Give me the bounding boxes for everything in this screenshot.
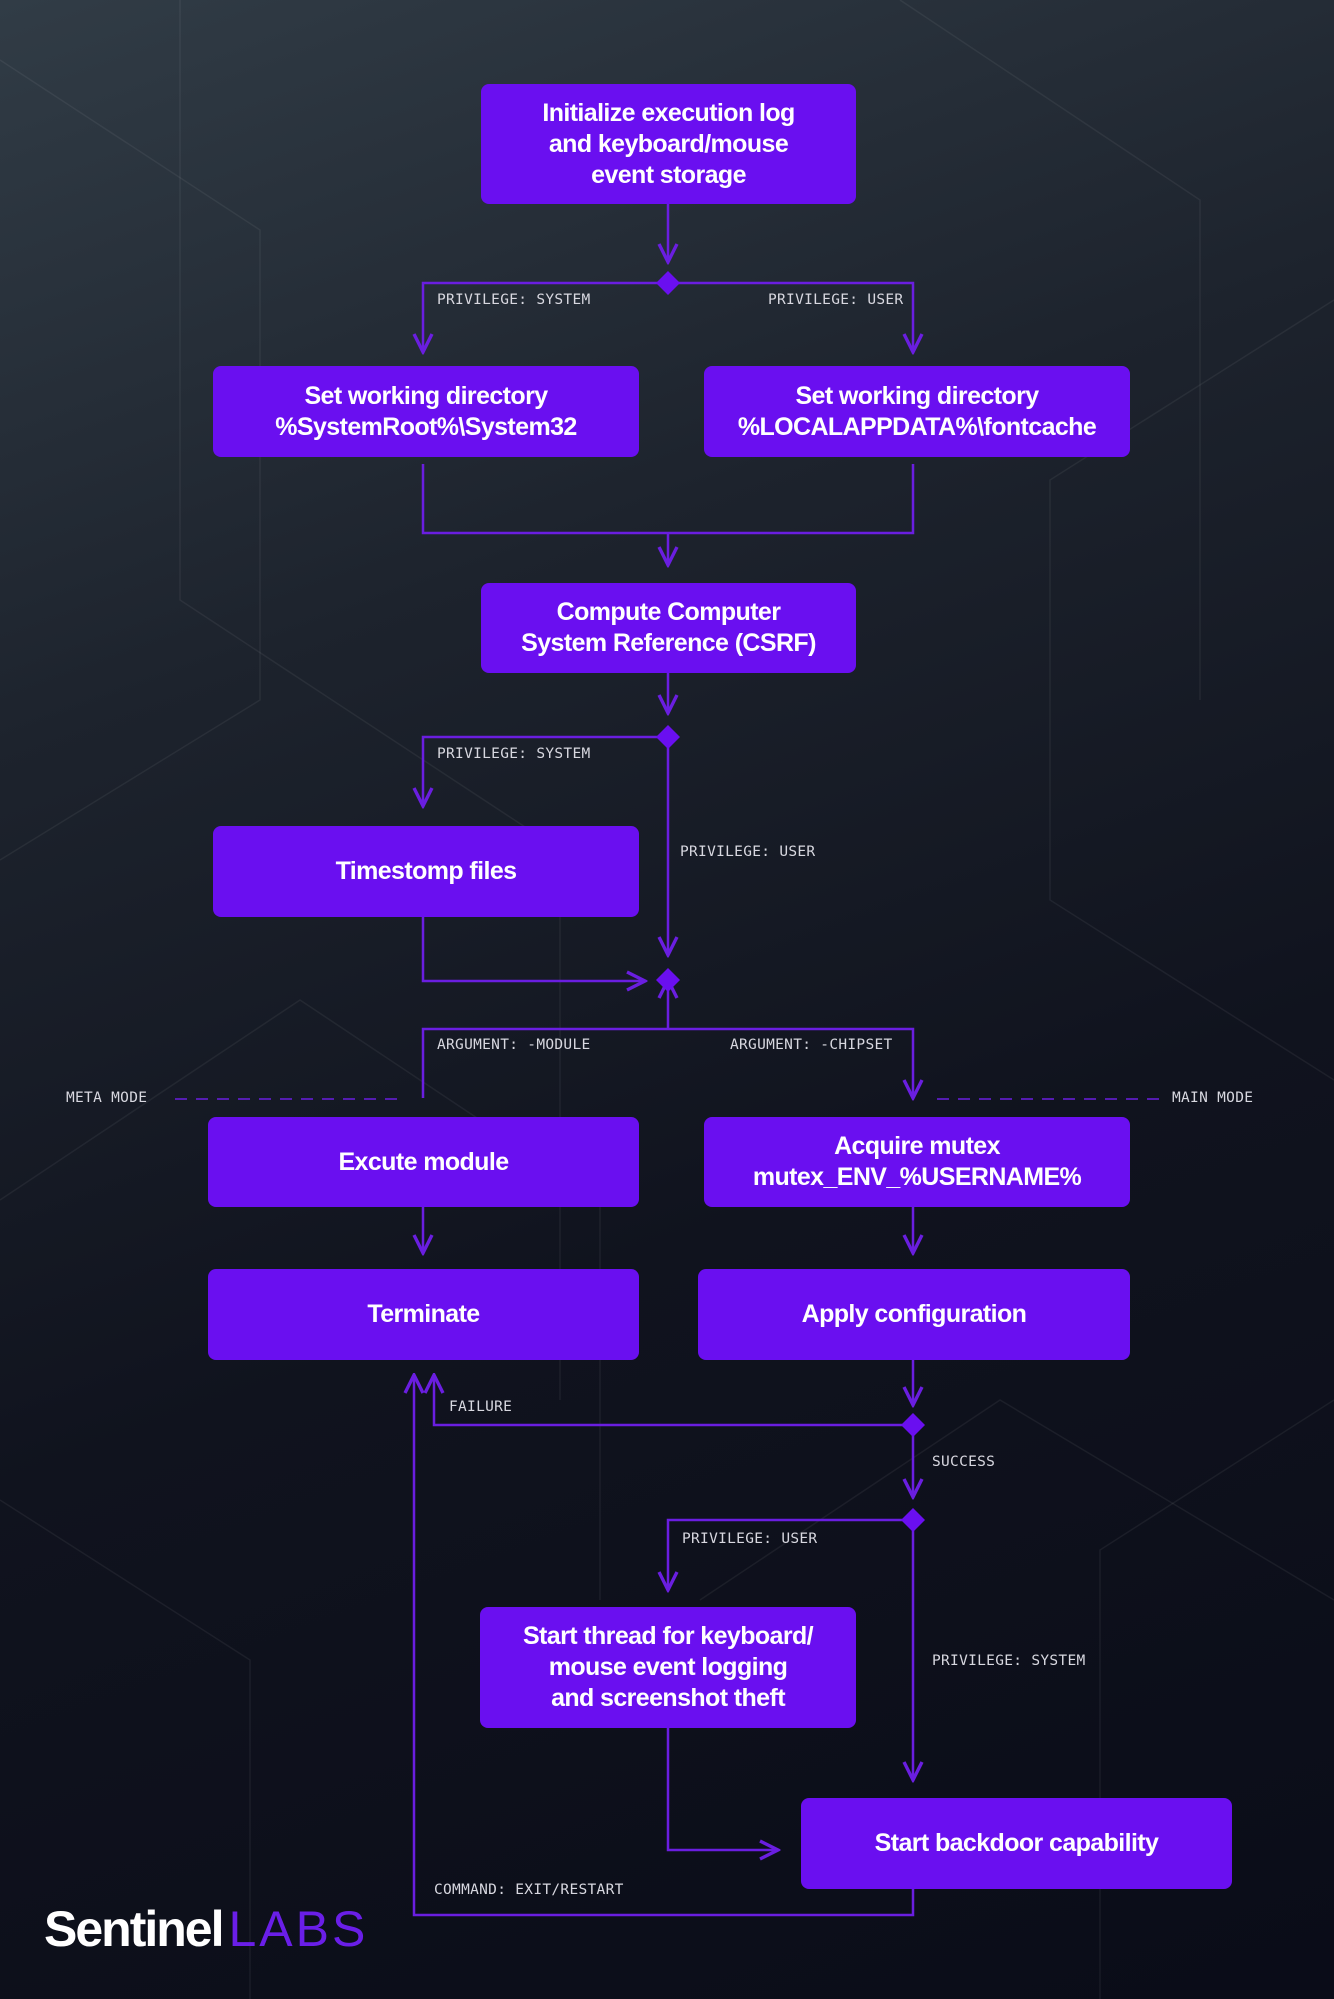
backdoor-box: Start backdoor capability (801, 1798, 1232, 1889)
logo-labs: LABS (228, 1901, 369, 1957)
terminate-box: Terminate (208, 1269, 639, 1360)
label-priv-system-2: PRIVILEGE: SYSTEM (437, 746, 591, 762)
init-box: Initialize execution log and keyboard/mo… (481, 84, 856, 204)
label-priv-user-1: PRIVILEGE: USER (768, 292, 904, 308)
thread-box: Start thread for keyboard/ mouse event l… (480, 1607, 856, 1728)
label-priv-user-3: PRIVILEGE: USER (682, 1531, 818, 1547)
sysroot-box: Set working directory %SystemRoot%\Syste… (213, 366, 639, 457)
timestomp-box: Timestomp files (213, 826, 639, 917)
label-arg-module: ARGUMENT: -MODULE (437, 1037, 591, 1053)
label-priv-system-3: PRIVILEGE: SYSTEM (932, 1653, 1086, 1669)
localappdata-box: Set working directory %LOCALAPPDATA%\fon… (704, 366, 1130, 457)
sentinellabs-logo: Sentinel LABS (44, 1900, 368, 1958)
logo-sentinel: Sentinel (44, 1901, 224, 1957)
label-arg-chipset: ARGUMENT: -CHIPSET (730, 1037, 893, 1053)
label-command: COMMAND: EXIT/RESTART (434, 1882, 624, 1898)
label-failure: FAILURE (449, 1399, 513, 1415)
label-success: SUCCESS (932, 1454, 996, 1470)
apply-config-box: Apply configuration (698, 1269, 1130, 1360)
label-meta-mode: META MODE (66, 1090, 148, 1106)
label-main-mode: MAIN MODE (1172, 1090, 1254, 1106)
label-priv-user-2: PRIVILEGE: USER (680, 844, 816, 860)
csrf-box: Compute Computer System Reference (CSRF) (481, 583, 856, 673)
label-priv-system-1: PRIVILEGE: SYSTEM (437, 292, 591, 308)
execute-module-box: Excute module (208, 1117, 639, 1207)
mutex-box: Acquire mutex mutex_ENV_%USERNAME% (704, 1117, 1130, 1207)
